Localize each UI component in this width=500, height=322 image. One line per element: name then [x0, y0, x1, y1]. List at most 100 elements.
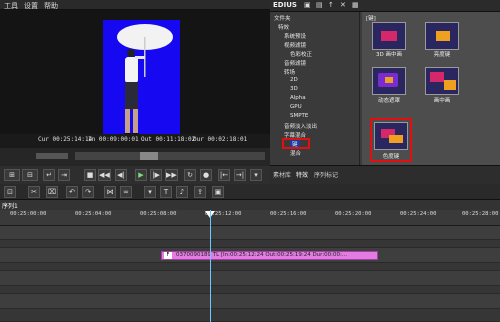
record-icon[interactable]: ● [200, 169, 212, 181]
player-preview [0, 10, 270, 148]
tree-item[interactable]: 系统预设 [284, 32, 306, 40]
clip-label: 0370090189 TL [In:00:25:12:24 Out:00:25:… [176, 252, 348, 258]
thumb-label: 3D 画中画 [376, 52, 402, 58]
thumb-label: 动态遮罩 [377, 98, 400, 104]
effects-tree: 文件夹 特效 系统预设 视频滤镜 色彩校正 音频滤镜 转场 2D 3D Alph… [270, 12, 360, 165]
tree-item[interactable]: 色彩校正 [290, 50, 312, 58]
redo-icon[interactable]: ↷ [82, 186, 94, 198]
ruler-label: 00:25:16:00 [270, 211, 307, 217]
tab-sequence-markers[interactable]: 序列标记 [314, 170, 338, 179]
player-scrub-bar [0, 148, 270, 166]
overwrite-button[interactable]: ⇥ [58, 169, 70, 181]
step-back-icon[interactable]: ◀| [115, 169, 127, 181]
timeline-ruler[interactable]: 00:25:00:00 00:25:04:00 00:25:08:00 00:2… [0, 210, 500, 226]
ruler-label: 00:25:28:00 [462, 211, 499, 217]
ripple-delete-icon[interactable]: ⌧ [46, 186, 58, 198]
thumb-label: 画中画 [433, 98, 451, 104]
view-icon[interactable]: ▦ [352, 1, 359, 9]
menu-bar: 工具 设置 帮助 [0, 0, 270, 10]
prev-edit-icon[interactable]: |← [218, 169, 230, 181]
highlight-box-chroma-key [370, 118, 412, 162]
mic-icon[interactable]: ♪ [176, 186, 188, 198]
tab-effects[interactable]: 特效 [296, 170, 308, 179]
next-edit-icon[interactable]: →| [234, 169, 246, 181]
link-icon[interactable]: ∞ [120, 186, 132, 198]
ruler-label: 00:25:08:00 [140, 211, 177, 217]
timeline-toolbar: ⊡ ✂ ⌧ ↶ ↷ ⋈ ∞ ▾ T ♪ ⇪ ▣ [0, 184, 500, 200]
tree-item[interactable]: SMPTE [290, 113, 308, 119]
sequence-tab-bar: 序列1 [0, 200, 500, 210]
effect-thumbnails: [键] 3D 画中画 亮度键 动态遮罩 画中画 色度键 [362, 12, 500, 165]
snap-icon[interactable]: ⋈ [104, 186, 116, 198]
effects-panel: EDIUS ▣ ▤ ↑ ✕ ▦ 文件夹 特效 系统预设 视频滤镜 色彩校正 音频… [270, 0, 500, 184]
tree-item[interactable]: 2D [290, 77, 298, 83]
up-icon[interactable]: ↑ [328, 1, 334, 9]
timeline-clip[interactable]: F 0370090189 TL [In:00:25:12:24 Out:00:2… [161, 251, 378, 260]
scrub-handle[interactable] [140, 152, 158, 160]
mode-icon[interactable]: ⊡ [4, 186, 16, 198]
ruler-label: 00:25:24:00 [400, 211, 437, 217]
dur-timecode: Dur 00:02:18:01 [193, 136, 248, 143]
clip-fx-icon: F [164, 252, 172, 259]
menu-arrow-icon[interactable]: ▾ [250, 169, 262, 181]
tree-item[interactable]: GPU [290, 104, 302, 110]
timeline-track[interactable] [0, 263, 500, 271]
tree-item[interactable]: 特效 [278, 23, 289, 31]
rewind-icon[interactable]: ◀◀ [98, 169, 111, 181]
player-transport-controls: ⊞ ⊟ ↵ ⇥ ■ ◀◀ ◀| ▶ |▶ ▶▶ ↻ ● |← →| ▾ [0, 166, 270, 184]
cut-icon[interactable]: ✂ [28, 186, 40, 198]
timeline-track[interactable] [0, 240, 500, 248]
timeline-track[interactable] [0, 271, 500, 286]
timecode-row: Cur 00:25:14:14 In 00:09:00:01 Out 00:11… [0, 134, 270, 148]
new-folder-icon[interactable]: ▤ [316, 1, 323, 9]
thumb-3d-pip[interactable] [372, 22, 406, 50]
export-icon[interactable]: ⇪ [194, 186, 206, 198]
out-timecode: Out 00:11:18:02 [141, 136, 196, 143]
timeline-track[interactable] [0, 286, 500, 294]
insert-button[interactable]: ↵ [43, 169, 55, 181]
scrub-track[interactable] [75, 152, 265, 160]
timeline-track[interactable] [0, 309, 500, 322]
playhead-line[interactable] [210, 210, 211, 322]
timeline-track[interactable] [0, 226, 500, 240]
thumb-label: 亮度键 [433, 52, 451, 58]
thumb-header: [键] [366, 16, 376, 22]
ruler-label: 00:25:20:00 [335, 211, 372, 217]
effects-toolbar: EDIUS ▣ ▤ ↑ ✕ ▦ [270, 0, 500, 12]
sequence-tab[interactable]: 序列1 [2, 201, 18, 210]
undo-icon[interactable]: ↶ [66, 186, 78, 198]
tree-item[interactable]: 音频滤镜 [284, 59, 306, 67]
step-forward-icon[interactable]: |▶ [150, 169, 162, 181]
scrub-slider-left[interactable] [36, 153, 68, 159]
video-frame [103, 20, 180, 144]
thumb-pip[interactable] [425, 67, 459, 95]
tab-bin[interactable]: 素材库 [273, 170, 291, 179]
highlight-box-key-folder [282, 138, 310, 149]
ruler-label: 00:25:04:00 [75, 211, 112, 217]
tree-item[interactable]: 视频滤镜 [284, 41, 306, 49]
ruler-label: 00:25:00:00 [10, 211, 47, 217]
folder-icon[interactable]: ▣ [304, 1, 311, 9]
text-icon[interactable]: T [160, 186, 172, 198]
tree-item[interactable]: 混合 [290, 149, 301, 157]
panel-tabs: 素材库 特效 序列标记 [270, 165, 500, 184]
tree-item[interactable]: 音频淡入淡出 [284, 122, 317, 130]
loop-icon[interactable]: ↻ [184, 169, 196, 181]
marker-icon[interactable]: ▾ [144, 186, 156, 198]
play-icon[interactable]: ▶ [135, 169, 147, 181]
tree-item[interactable]: Alpha [290, 95, 306, 101]
set-in-button[interactable]: ⊞ [4, 169, 20, 181]
tree-item[interactable]: 3D [290, 86, 298, 92]
thumb-track-matte[interactable] [372, 67, 406, 95]
in-timecode: In 00:09:00:01 [88, 136, 139, 143]
app-title: EDIUS [273, 1, 297, 9]
thumb-luma-key[interactable] [425, 22, 459, 50]
delete-icon[interactable]: ✕ [340, 1, 346, 9]
tree-item[interactable]: 转场 [284, 68, 295, 76]
fast-forward-icon[interactable]: ▶▶ [165, 169, 178, 181]
woman-with-umbrella-image [117, 24, 173, 136]
render-icon[interactable]: ▣ [212, 186, 224, 198]
timeline-track[interactable] [0, 294, 500, 309]
set-out-button[interactable]: ⊟ [22, 169, 38, 181]
stop-icon[interactable]: ■ [84, 169, 96, 181]
